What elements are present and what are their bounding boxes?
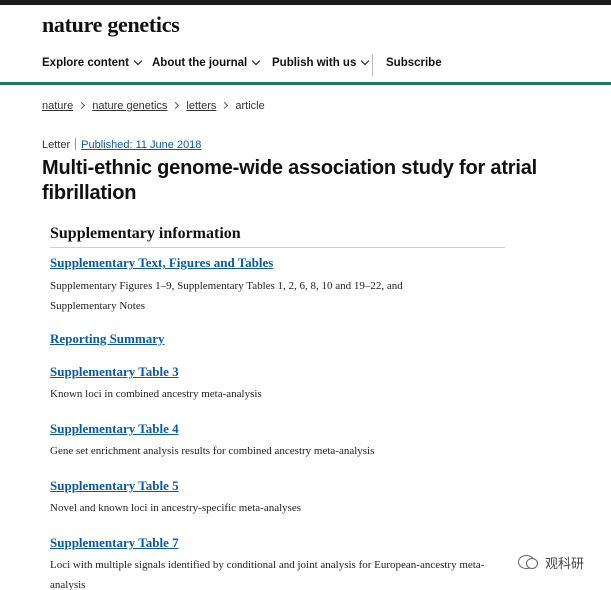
nav-subscribe[interactable]: Subscribe bbox=[386, 57, 442, 69]
nav-item-label: Publish with us bbox=[272, 57, 357, 69]
nav-item-label: Subscribe bbox=[386, 57, 442, 69]
chevron-right-icon bbox=[172, 101, 180, 110]
published-date-link[interactable]: Published: 11 June 2018 bbox=[81, 139, 201, 151]
nav-publish-with-us[interactable]: Publish with us bbox=[272, 56, 370, 69]
supplementary-link-table-4[interactable]: Supplementary Table 4 bbox=[50, 421, 179, 437]
chevron-down-icon bbox=[251, 56, 261, 66]
meta-divider bbox=[75, 138, 77, 150]
nav-about-journal[interactable]: About the journal bbox=[152, 56, 261, 69]
article-title: Multi-ethnic genome-wide association stu… bbox=[42, 157, 538, 204]
chevron-down-icon bbox=[361, 56, 370, 66]
nav-item-label: Explore content bbox=[42, 57, 129, 69]
supplementary-link-table-3[interactable]: Supplementary Table 3 bbox=[50, 364, 179, 380]
section-divider bbox=[50, 247, 505, 248]
supplementary-link-text-figures-tables[interactable]: Supplementary Text, Figures and Tables bbox=[50, 255, 273, 271]
top-bar bbox=[0, 0, 611, 5]
supplementary-link-table-5[interactable]: Supplementary Table 5 bbox=[50, 478, 179, 494]
supplementary-description: Gene set enrichment analysis results for… bbox=[50, 445, 375, 457]
breadcrumb-link-nature[interactable]: nature bbox=[42, 100, 73, 112]
chevron-right-icon bbox=[78, 101, 86, 110]
breadcrumb-link-letters[interactable]: letters bbox=[186, 100, 216, 112]
chevron-right-icon bbox=[221, 101, 229, 110]
supplementary-description: Known loci in combined ancestry meta-ana… bbox=[50, 388, 262, 400]
nav-explore-content[interactable]: Explore content bbox=[42, 56, 143, 69]
breadcrumb-link-nature-genetics[interactable]: nature genetics bbox=[92, 100, 167, 112]
watermark-text: 观科研 bbox=[545, 556, 585, 572]
nav-divider bbox=[372, 54, 373, 76]
breadcrumb-current: article bbox=[235, 100, 265, 112]
supplementary-link-table-7[interactable]: Supplementary Table 7 bbox=[50, 535, 179, 551]
wechat-icon bbox=[518, 555, 538, 569]
nav-accent-rule bbox=[0, 82, 611, 85]
article-meta: Letter Published: 11 June 2018 bbox=[42, 138, 201, 151]
chevron-down-icon bbox=[133, 56, 143, 66]
supplementary-description: Supplementary Figures 1–9, Supplementary… bbox=[50, 280, 403, 312]
nav-item-label: About the journal bbox=[152, 57, 248, 69]
supplementary-link-reporting-summary[interactable]: Reporting Summary bbox=[50, 331, 164, 347]
journal-logo[interactable]: nature genetics bbox=[42, 12, 180, 38]
watermark: 观科研 bbox=[518, 552, 584, 572]
breadcrumb: nature nature genetics letters article bbox=[42, 100, 265, 112]
supplementary-heading: Supplementary information bbox=[50, 225, 241, 242]
supplementary-description: Loci with multiple signals identified by… bbox=[50, 559, 485, 590]
supplementary-description: Novel and known loci in ancestry-specifi… bbox=[50, 502, 302, 514]
article-type: Letter bbox=[42, 139, 71, 151]
